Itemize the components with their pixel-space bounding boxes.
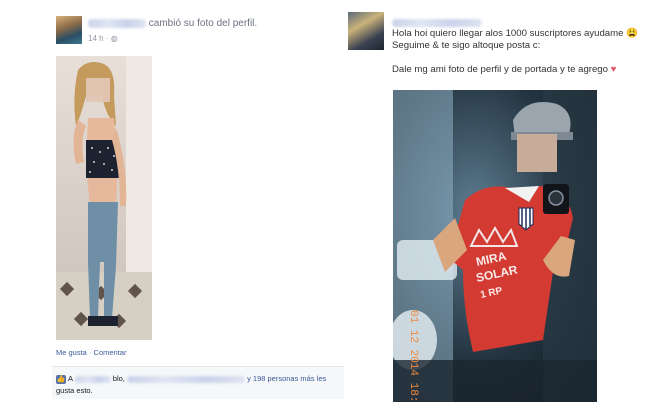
face-blur <box>86 78 110 102</box>
redacted-user-name[interactable] <box>88 18 146 28</box>
post-header: cambió su foto del perfil. <box>88 18 257 29</box>
post-text: Hola hoi quiero llegar alos 1000 suscrip… <box>392 28 638 76</box>
post-actions: Me gusta · Comentar <box>56 348 126 357</box>
post-photo[interactable]: MIRA SOLAR 1 RP 01 12 2014 18:2 <box>393 90 597 402</box>
likes-suffix: gusta esto. <box>56 386 93 395</box>
post-line-spacer <box>392 52 638 64</box>
redacted-liker-names[interactable] <box>126 375 245 383</box>
globe-icon: ◍ <box>110 34 118 43</box>
post-time[interactable]: 14 h · <box>88 34 108 43</box>
photo-timestamp: 01 12 2014 18:2 <box>407 310 419 402</box>
post-line-2: Seguime & te sigo altoque posta c: <box>392 40 541 51</box>
post-meta: 14 h · ◍ <box>88 34 118 43</box>
likes-summary: 👍 A blo, y 198 personas más les gusta es… <box>52 366 344 399</box>
post-line-3-text: Dale mg ami foto de perfil y de portada … <box>392 64 608 75</box>
profile-photo[interactable] <box>56 56 152 340</box>
thumbs-up-icon: 👍 <box>56 375 66 384</box>
shoes <box>88 316 118 326</box>
post-line-3: Dale mg ami foto de perfil y de portada … <box>392 64 638 76</box>
redacted-liker-name[interactable] <box>74 375 111 383</box>
post-line-1-text: Hola hoi quiero llegar alos 1000 suscrip… <box>392 28 624 39</box>
comment-link[interactable]: Comentar <box>94 348 127 357</box>
post-action-text: cambió su foto del perfil. <box>148 18 258 29</box>
raised-arm <box>73 120 86 164</box>
likes-prefix: A <box>68 374 73 383</box>
right-post: Hola hoi quiero llegar alos 1000 suscrip… <box>344 10 660 402</box>
heart-icon: ♥ <box>610 64 617 75</box>
likes-line: A blo, y 198 personas más les <box>68 373 326 384</box>
background-window <box>126 56 152 276</box>
others-likes-link[interactable]: y 198 personas más les <box>247 374 326 383</box>
post-line-1: Hola hoi quiero llegar alos 1000 suscrip… <box>392 28 638 40</box>
actions-separator: · <box>88 348 92 357</box>
weary-face-emoji: 😩 <box>626 28 639 39</box>
like-link[interactable]: Me gusta <box>56 348 87 357</box>
avatar[interactable] <box>348 12 384 50</box>
camera-lens <box>548 190 564 206</box>
redacted-user-name[interactable] <box>392 18 482 27</box>
left-post: cambió su foto del perfil. 14 h · ◍ Me g… <box>52 10 344 402</box>
avatar[interactable] <box>56 16 82 44</box>
likes-mid: blo, <box>112 374 125 383</box>
floor <box>393 360 597 402</box>
face-blur <box>517 134 557 172</box>
